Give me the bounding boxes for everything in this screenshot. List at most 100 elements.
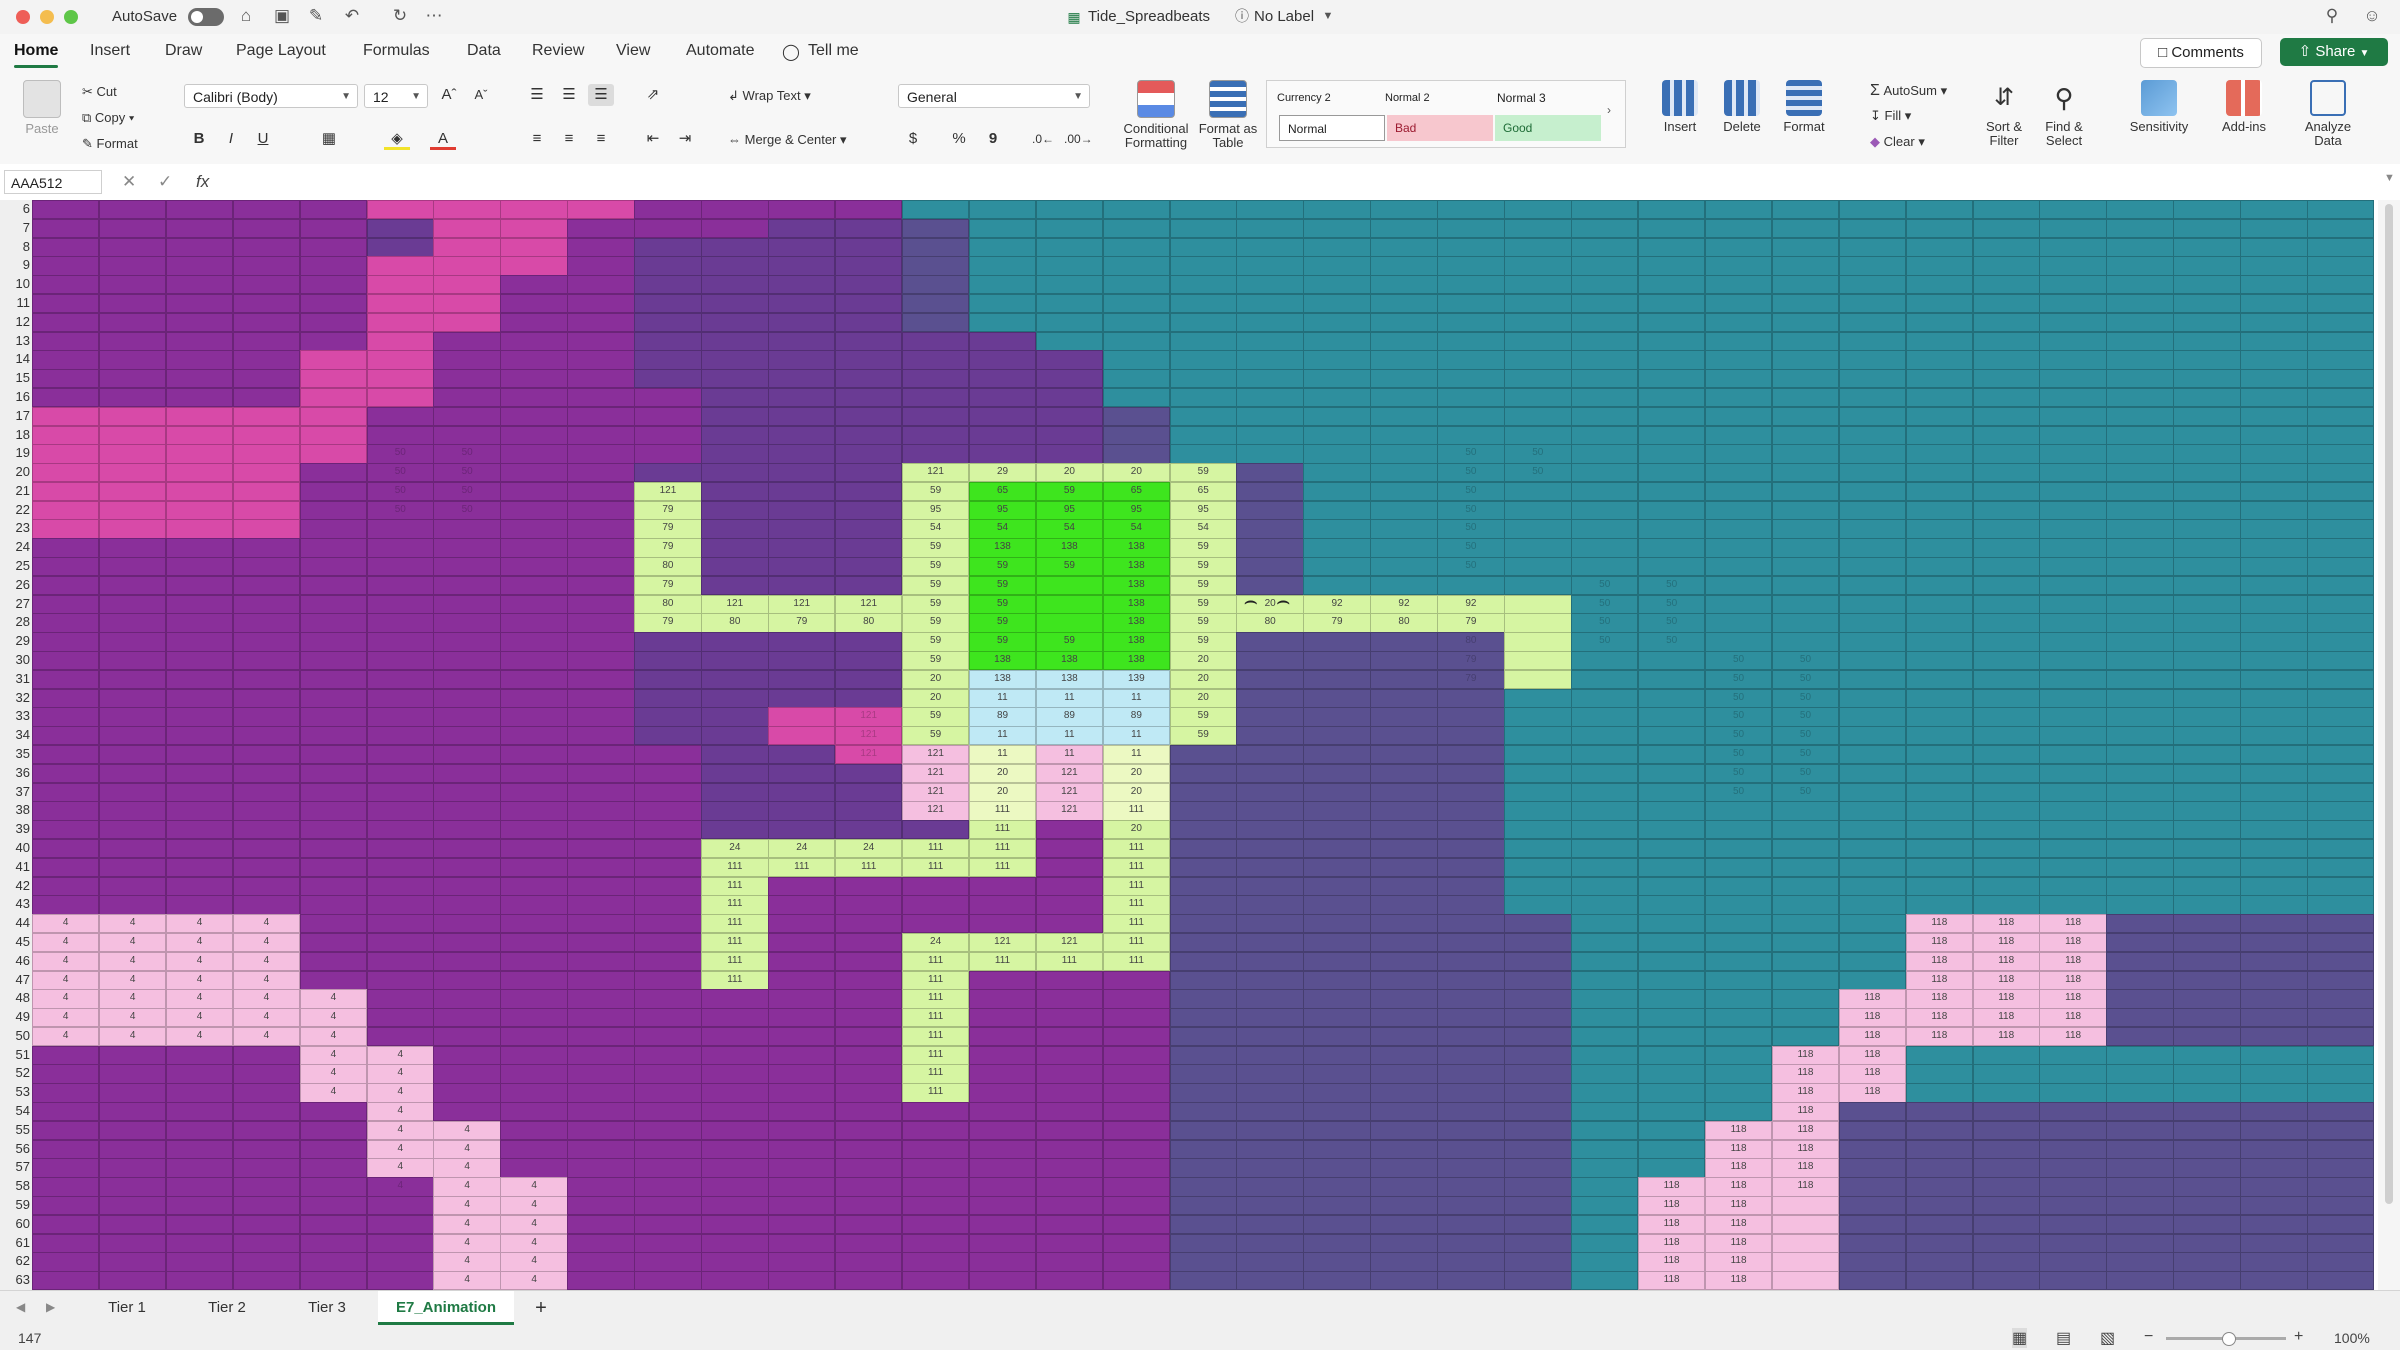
grid-cell[interactable] (2173, 801, 2241, 821)
grid-cell[interactable] (1504, 519, 1572, 539)
grid-cell[interactable] (1169, 369, 1237, 389)
grid-cell[interactable] (768, 1139, 836, 1159)
grid-cell[interactable] (1905, 669, 1973, 690)
grid-cell[interactable] (834, 387, 903, 408)
grid-cell[interactable] (433, 632, 501, 652)
grid-cell[interactable] (1437, 820, 1505, 840)
grid-cell[interactable]: 138 (1102, 613, 1171, 633)
decrease-decimal-icon[interactable]: .00→ (1064, 128, 1093, 150)
grid-cell[interactable] (98, 594, 167, 614)
grid-cell[interactable]: 65 (1102, 481, 1171, 502)
grid-cell[interactable] (2307, 463, 2374, 483)
grid-cell[interactable] (1303, 970, 1371, 990)
grid-cell[interactable] (299, 444, 368, 464)
grid-cell[interactable] (634, 1158, 702, 1178)
grid-cell[interactable] (1437, 745, 1505, 765)
grid-cell[interactable] (1704, 895, 1773, 915)
grid-cell[interactable] (2173, 481, 2241, 502)
grid-cell[interactable] (768, 275, 836, 295)
grid-cell[interactable] (1236, 1139, 1304, 1159)
grid-cell[interactable] (768, 1271, 836, 1290)
grid-cell[interactable] (634, 406, 702, 426)
grid-cell[interactable] (2240, 557, 2308, 577)
tab-review[interactable]: Review (532, 42, 584, 60)
grid-cell[interactable] (1303, 838, 1371, 859)
grid-cell[interactable] (1370, 1271, 1438, 1290)
grid-cell[interactable] (1236, 200, 1304, 220)
grid-cell[interactable] (2106, 594, 2174, 614)
grid-cell[interactable] (1236, 369, 1304, 389)
grid-cell[interactable] (2173, 1177, 2241, 1197)
grid-cell[interactable] (1303, 669, 1371, 690)
grid-cell[interactable] (1303, 293, 1371, 314)
row-number[interactable]: 61 (0, 1234, 30, 1253)
grid-cell[interactable] (2173, 1214, 2241, 1235)
row-number[interactable]: 56 (0, 1140, 30, 1159)
grid-cell[interactable] (2307, 782, 2374, 802)
grid-cell[interactable]: 121 (1035, 763, 1104, 784)
increase-indent-icon[interactable]: ⇥ (672, 128, 698, 150)
grid-cell[interactable] (165, 218, 234, 239)
row-number[interactable]: 27 (0, 595, 30, 614)
grid-cell[interactable] (768, 463, 836, 483)
zoom-slider-thumb[interactable] (2222, 1332, 2236, 1346)
grid-cell[interactable] (2307, 200, 2374, 220)
grid-cell[interactable] (1035, 237, 1104, 257)
grid-cell[interactable] (1303, 989, 1371, 1009)
grid-cell[interactable] (1303, 688, 1371, 708)
grid-cell[interactable] (98, 801, 167, 821)
grid-cell[interactable] (1437, 876, 1505, 896)
grid-cell[interactable] (1771, 350, 1840, 370)
grid-cell[interactable] (2240, 989, 2308, 1009)
grid-cell[interactable] (299, 914, 368, 934)
grid-cell[interactable] (1838, 350, 1907, 370)
grid-cell[interactable] (32, 293, 100, 314)
grid-cell[interactable] (1637, 820, 1706, 840)
grid-cell[interactable]: 54 (1169, 519, 1237, 539)
grid-cell[interactable] (1169, 350, 1237, 370)
grid-cell[interactable] (701, 632, 769, 652)
grid-cell[interactable] (1571, 651, 1639, 671)
sensitivity-label-status[interactable]: No Label (1254, 8, 1314, 25)
grid-cell[interactable] (768, 726, 836, 746)
grid-cell[interactable] (433, 575, 501, 596)
grid-cell[interactable] (2106, 801, 2174, 821)
grid-cell[interactable]: 4 (433, 1214, 501, 1235)
grid-cell[interactable] (1370, 387, 1438, 408)
grid-cell[interactable] (2307, 594, 2374, 614)
grid-cell[interactable] (1370, 895, 1438, 915)
grid-cell[interactable] (968, 275, 1037, 295)
grid-cell[interactable] (1169, 1214, 1237, 1235)
grid-cell[interactable] (1370, 951, 1438, 971)
row-number[interactable]: 46 (0, 952, 30, 971)
grid-cell[interactable] (1905, 726, 1973, 746)
grid-cell[interactable] (32, 481, 100, 502)
grid-cell[interactable] (1571, 1102, 1639, 1122)
grid-cell[interactable] (2240, 369, 2308, 389)
grid-cell[interactable] (2173, 200, 2241, 220)
grid-cell[interactable] (98, 331, 167, 351)
grid-cell[interactable] (567, 970, 635, 990)
grid-cell[interactable] (1303, 1139, 1371, 1159)
grid-cell[interactable]: 111 (1102, 838, 1171, 859)
grid-cell[interactable] (2106, 726, 2174, 746)
grid-cell[interactable] (701, 1196, 769, 1216)
grid-cell[interactable] (567, 763, 635, 784)
grid-cell[interactable] (2039, 500, 2107, 520)
grid-cell[interactable] (1972, 1064, 2040, 1084)
grid-cell[interactable] (299, 557, 368, 577)
grid-cell[interactable] (2240, 613, 2308, 633)
grid-cell[interactable] (567, 406, 635, 426)
row-number[interactable]: 55 (0, 1121, 30, 1140)
grid-cell[interactable] (299, 895, 368, 915)
grid-cell[interactable] (1370, 1139, 1438, 1159)
format-as-table-button[interactable]: Format as Table (1196, 80, 1260, 150)
grid-cell[interactable] (1571, 463, 1639, 483)
grid-cell[interactable] (834, 237, 903, 257)
grid-cell[interactable] (98, 876, 167, 896)
grid-cell[interactable]: 121 (901, 463, 970, 483)
grid-cell[interactable] (1437, 857, 1505, 878)
grid-cell[interactable] (2307, 312, 2374, 333)
grid-cell[interactable] (2240, 1026, 2308, 1047)
grid-cell[interactable] (1504, 782, 1572, 802)
